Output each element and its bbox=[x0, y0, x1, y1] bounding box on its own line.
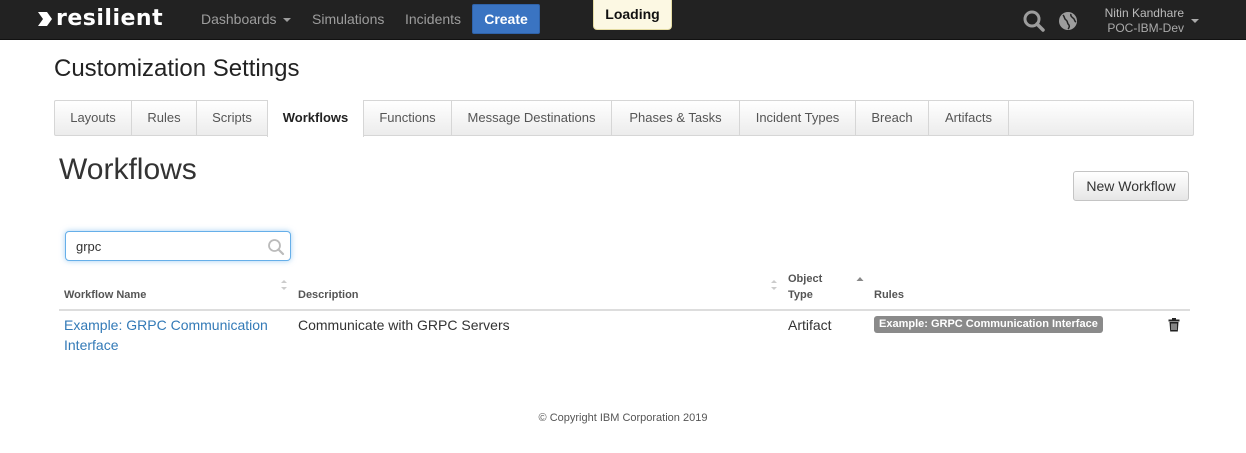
page-title: Customization Settings bbox=[54, 55, 300, 82]
tab-functions[interactable]: Functions bbox=[364, 100, 452, 136]
tab-scripts[interactable]: Scripts bbox=[197, 100, 268, 136]
trash-icon[interactable] bbox=[1168, 318, 1180, 332]
workflow-name-link[interactable]: Example: GRPC Communication Interface bbox=[64, 315, 284, 355]
brand-name: resilient bbox=[56, 6, 164, 31]
rule-badge: Example: GRPC Communication Interface bbox=[874, 316, 1103, 333]
resilient-logo[interactable]: resilient bbox=[38, 7, 163, 31]
search-input[interactable] bbox=[76, 232, 261, 260]
new-workflow-button[interactable]: New Workflow bbox=[1073, 171, 1189, 201]
column-header-description[interactable]: Description bbox=[298, 287, 359, 303]
create-button[interactable]: Create bbox=[472, 4, 540, 34]
nav-simulations[interactable]: Simulations bbox=[312, 0, 384, 40]
sort-icon[interactable] bbox=[280, 279, 288, 291]
column-header-workflow-name[interactable]: Workflow Name bbox=[64, 287, 146, 303]
search-icon[interactable] bbox=[1023, 10, 1045, 32]
table-header-divider bbox=[59, 309, 1190, 311]
user-name: Nitin Kandhare bbox=[1104, 6, 1184, 20]
tab-artifacts[interactable]: Artifacts bbox=[929, 100, 1009, 136]
section-title: Workflows bbox=[59, 153, 197, 186]
resilient-logo-icon bbox=[38, 12, 52, 26]
settings-tabs: Layouts Rules Scripts Workflows Function… bbox=[54, 100, 1194, 137]
user-menu[interactable]: Nitin Kandhare POC-IBM-Dev bbox=[1092, 6, 1184, 36]
user-menu-chevron-down-icon[interactable] bbox=[1191, 19, 1199, 23]
column-header-rules: Rules bbox=[874, 289, 904, 301]
tab-workflows[interactable]: Workflows bbox=[267, 100, 364, 137]
sort-asc-icon[interactable] bbox=[856, 275, 864, 287]
tab-phases-tasks[interactable]: Phases & Tasks bbox=[612, 100, 740, 136]
workflow-name-line1: Example: GRPC Communication bbox=[64, 317, 268, 333]
column-header-object-type-line2: Type bbox=[788, 289, 813, 301]
tab-rules[interactable]: Rules bbox=[132, 100, 197, 136]
workflow-name-line2: Interface bbox=[64, 337, 119, 353]
globe-icon[interactable] bbox=[1058, 11, 1078, 31]
sort-icon[interactable] bbox=[770, 279, 778, 291]
tab-breach[interactable]: Breach bbox=[856, 100, 929, 136]
workflow-object-type: Artifact bbox=[788, 317, 832, 333]
tab-layouts[interactable]: Layouts bbox=[55, 100, 132, 136]
tab-message-destinations[interactable]: Message Destinations bbox=[452, 100, 612, 136]
workflow-description: Communicate with GRPC Servers bbox=[298, 317, 510, 333]
column-header-object-type-line1: Object bbox=[788, 273, 823, 285]
search-box bbox=[65, 231, 291, 261]
nav-dashboards-label: Dashboards bbox=[201, 11, 277, 27]
nav-dashboards[interactable]: Dashboards bbox=[201, 0, 291, 40]
footer-copyright: © Copyright IBM Corporation 2019 bbox=[538, 412, 708, 424]
nav-incidents[interactable]: Incidents bbox=[405, 0, 461, 40]
chevron-down-icon bbox=[282, 18, 291, 23]
org-name: POC-IBM-Dev bbox=[1107, 21, 1184, 35]
search-field-icon bbox=[267, 238, 285, 256]
tab-incident-types[interactable]: Incident Types bbox=[740, 100, 856, 136]
loading-indicator: Loading bbox=[593, 0, 672, 30]
column-header-object-type[interactable]: Object Type bbox=[788, 271, 822, 303]
